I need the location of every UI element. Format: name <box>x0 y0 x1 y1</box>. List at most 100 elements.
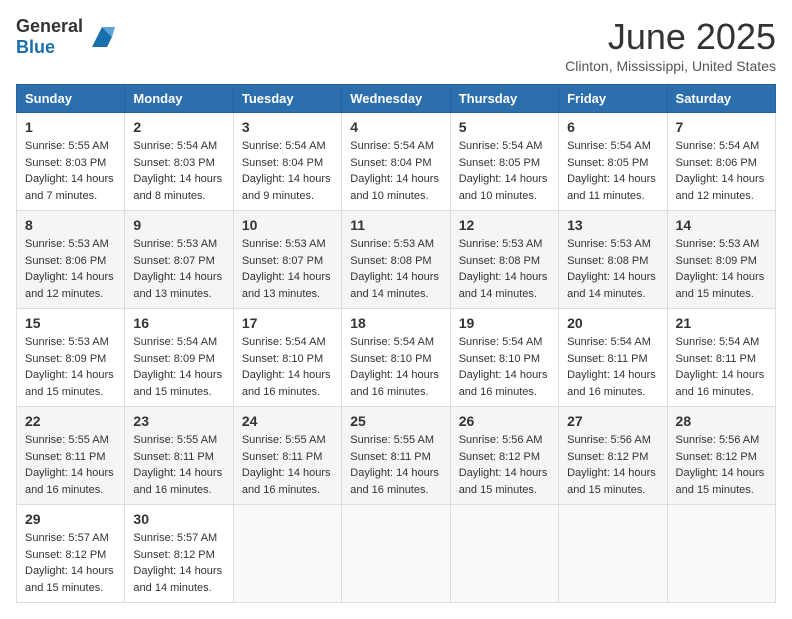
calendar-cell <box>233 505 341 603</box>
logo-blue: Blue <box>16 37 55 57</box>
calendar-cell: 2Sunrise: 5:54 AMSunset: 8:03 PMDaylight… <box>125 113 233 211</box>
calendar-cell: 27Sunrise: 5:56 AMSunset: 8:12 PMDayligh… <box>559 407 667 505</box>
col-saturday: Saturday <box>667 85 775 113</box>
sunrise: Sunrise: 5:54 AM <box>133 140 217 152</box>
daylight: Daylight: 14 hours and 14 minutes. <box>133 565 222 594</box>
sunset: Sunset: 8:11 PM <box>133 451 214 463</box>
sunset: Sunset: 8:03 PM <box>133 157 214 169</box>
sunset: Sunset: 8:06 PM <box>676 157 757 169</box>
sunset: Sunset: 8:05 PM <box>567 157 648 169</box>
sunrise: Sunrise: 5:55 AM <box>25 140 109 152</box>
sunset: Sunset: 8:11 PM <box>676 353 757 365</box>
sunrise: Sunrise: 5:54 AM <box>567 336 651 348</box>
sunrise: Sunrise: 5:53 AM <box>350 238 434 250</box>
sunset: Sunset: 8:12 PM <box>676 451 757 463</box>
day-number: 7 <box>676 119 767 135</box>
daylight: Daylight: 14 hours and 15 minutes. <box>676 271 765 300</box>
day-number: 15 <box>25 315 116 331</box>
day-info: Sunrise: 5:54 AMSunset: 8:10 PMDaylight:… <box>242 334 333 400</box>
day-number: 17 <box>242 315 333 331</box>
daylight: Daylight: 14 hours and 16 minutes. <box>133 467 222 496</box>
daylight: Daylight: 14 hours and 10 minutes. <box>459 173 548 202</box>
day-number: 9 <box>133 217 224 233</box>
sunset: Sunset: 8:05 PM <box>459 157 540 169</box>
sunset: Sunset: 8:08 PM <box>350 255 431 267</box>
day-info: Sunrise: 5:56 AMSunset: 8:12 PMDaylight:… <box>567 432 658 498</box>
day-info: Sunrise: 5:54 AMSunset: 8:04 PMDaylight:… <box>242 138 333 204</box>
sunset: Sunset: 8:12 PM <box>459 451 540 463</box>
sunrise: Sunrise: 5:55 AM <box>350 434 434 446</box>
daylight: Daylight: 14 hours and 16 minutes. <box>350 467 439 496</box>
sunrise: Sunrise: 5:54 AM <box>676 140 760 152</box>
day-info: Sunrise: 5:54 AMSunset: 8:11 PMDaylight:… <box>567 334 658 400</box>
sunrise: Sunrise: 5:54 AM <box>350 140 434 152</box>
daylight: Daylight: 14 hours and 10 minutes. <box>350 173 439 202</box>
sunset: Sunset: 8:11 PM <box>242 451 323 463</box>
sunrise: Sunrise: 5:54 AM <box>676 336 760 348</box>
calendar-row-2: 8Sunrise: 5:53 AMSunset: 8:06 PMDaylight… <box>17 211 776 309</box>
day-info: Sunrise: 5:54 AMSunset: 8:09 PMDaylight:… <box>133 334 224 400</box>
calendar-cell <box>342 505 450 603</box>
day-number: 30 <box>133 511 224 527</box>
sunrise: Sunrise: 5:53 AM <box>676 238 760 250</box>
day-info: Sunrise: 5:57 AMSunset: 8:12 PMDaylight:… <box>25 530 116 596</box>
sunset: Sunset: 8:10 PM <box>242 353 323 365</box>
day-number: 19 <box>459 315 550 331</box>
day-number: 11 <box>350 217 441 233</box>
calendar-cell <box>559 505 667 603</box>
sunrise: Sunrise: 5:54 AM <box>242 140 326 152</box>
day-info: Sunrise: 5:54 AMSunset: 8:05 PMDaylight:… <box>459 138 550 204</box>
daylight: Daylight: 14 hours and 14 minutes. <box>567 271 656 300</box>
calendar-cell: 25Sunrise: 5:55 AMSunset: 8:11 PMDayligh… <box>342 407 450 505</box>
sunrise: Sunrise: 5:53 AM <box>567 238 651 250</box>
calendar-cell: 12Sunrise: 5:53 AMSunset: 8:08 PMDayligh… <box>450 211 558 309</box>
daylight: Daylight: 14 hours and 15 minutes. <box>676 467 765 496</box>
day-number: 18 <box>350 315 441 331</box>
day-info: Sunrise: 5:55 AMSunset: 8:11 PMDaylight:… <box>242 432 333 498</box>
calendar-cell: 29 Sunrise: 5:57 AMSunset: 8:12 PMDayligh… <box>17 505 125 603</box>
calendar-cell: 19Sunrise: 5:54 AMSunset: 8:10 PMDayligh… <box>450 309 558 407</box>
calendar-cell: 30 Sunrise: 5:57 AMSunset: 8:12 PMDayligh… <box>125 505 233 603</box>
sunrise: Sunrise: 5:54 AM <box>567 140 651 152</box>
sunset: Sunset: 8:10 PM <box>459 353 540 365</box>
daylight: Daylight: 14 hours and 15 minutes. <box>133 369 222 398</box>
calendar-cell: 22Sunrise: 5:55 AMSunset: 8:11 PMDayligh… <box>17 407 125 505</box>
calendar-cell: 5Sunrise: 5:54 AMSunset: 8:05 PMDaylight… <box>450 113 558 211</box>
sunrise: Sunrise: 5:53 AM <box>459 238 543 250</box>
daylight: Daylight: 14 hours and 9 minutes. <box>242 173 331 202</box>
day-number: 24 <box>242 413 333 429</box>
daylight: Daylight: 14 hours and 15 minutes. <box>459 467 548 496</box>
sunrise: Sunrise: 5:53 AM <box>25 238 109 250</box>
calendar-cell: 23Sunrise: 5:55 AMSunset: 8:11 PMDayligh… <box>125 407 233 505</box>
day-info: Sunrise: 5:54 AMSunset: 8:10 PMDaylight:… <box>350 334 441 400</box>
daylight: Daylight: 14 hours and 14 minutes. <box>459 271 548 300</box>
calendar-row-3: 15 Sunrise: 5:53 AMSunset: 8:09 PMDayligh… <box>17 309 776 407</box>
daylight: Daylight: 14 hours and 16 minutes. <box>567 369 656 398</box>
sunrise: Sunrise: 5:54 AM <box>133 336 217 348</box>
col-friday: Friday <box>559 85 667 113</box>
calendar-cell: 8Sunrise: 5:53 AMSunset: 8:06 PMDaylight… <box>17 211 125 309</box>
calendar-cell <box>450 505 558 603</box>
day-number: 4 <box>350 119 441 135</box>
col-sunday: Sunday <box>17 85 125 113</box>
sunset: Sunset: 8:06 PM <box>25 255 106 267</box>
day-info: Sunrise: 5:54 AMSunset: 8:04 PMDaylight:… <box>350 138 441 204</box>
logo-icon <box>87 22 117 52</box>
daylight: Daylight: 14 hours and 15 minutes. <box>25 565 114 594</box>
calendar-cell: 15 Sunrise: 5:53 AMSunset: 8:09 PMDayligh… <box>17 309 125 407</box>
day-info: Sunrise: 5:53 AMSunset: 8:09 PMDaylight:… <box>25 334 116 400</box>
daylight: Daylight: 14 hours and 7 minutes. <box>25 173 114 202</box>
calendar-cell: 21Sunrise: 5:54 AMSunset: 8:11 PMDayligh… <box>667 309 775 407</box>
day-number: 29 <box>25 511 116 527</box>
sunrise: Sunrise: 5:53 AM <box>25 336 109 348</box>
sunrise: Sunrise: 5:55 AM <box>25 434 109 446</box>
day-info: Sunrise: 5:57 AMSunset: 8:12 PMDaylight:… <box>133 530 224 596</box>
calendar-cell: 28Sunrise: 5:56 AMSunset: 8:12 PMDayligh… <box>667 407 775 505</box>
calendar-cell: 6Sunrise: 5:54 AMSunset: 8:05 PMDaylight… <box>559 113 667 211</box>
col-tuesday: Tuesday <box>233 85 341 113</box>
day-number: 3 <box>242 119 333 135</box>
sunrise: Sunrise: 5:56 AM <box>567 434 651 446</box>
calendar-cell: 17 Sunrise: 5:54 AMSunset: 8:10 PMDayligh… <box>233 309 341 407</box>
day-info: Sunrise: 5:55 AMSunset: 8:03 PMDaylight:… <box>25 138 116 204</box>
day-number: 13 <box>567 217 658 233</box>
